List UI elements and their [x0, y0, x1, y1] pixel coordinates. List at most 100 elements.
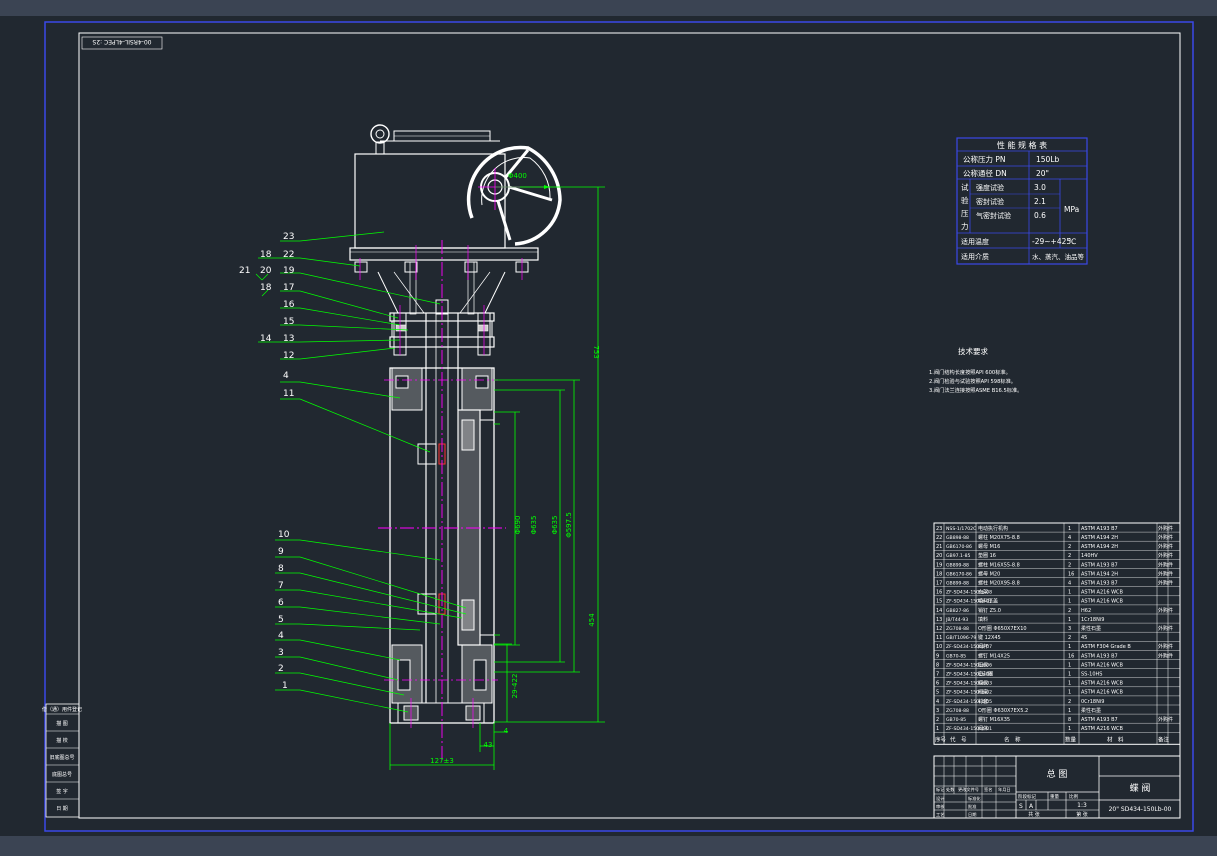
bom-cell-qty: 2 [1068, 544, 1071, 550]
actuator-body [354, 153, 506, 249]
bom-cell-name: 填料压盖 [978, 598, 998, 605]
bom-cell-qty: 16 [1068, 653, 1074, 659]
part-label: 22 [283, 250, 294, 260]
part-label: 11 [283, 389, 294, 399]
left-stamp-title: 借（通）用件登记 [42, 706, 82, 713]
bom-cell-no: 10 [936, 644, 942, 650]
tb-col-label: 标记 [936, 786, 945, 793]
bom-cell-name: 阀座 [978, 689, 988, 696]
spec-test-char: 压 [961, 209, 969, 218]
bom-cell-name: 键 12X45 [978, 634, 1001, 641]
bom-cell-mat: ASTM A193 B7 [1081, 581, 1118, 587]
left-stamp-table: 借（通）用件登记 描 图 描 校 旧底图总号 底图总号 签 字 日 期 [42, 703, 82, 818]
bom-cell-no: 7 [936, 672, 939, 678]
spec-test-value: 0.6 [1034, 211, 1046, 220]
tb-stage-mark: S [1019, 803, 1023, 810]
bom-cell-qty: 1 [1068, 672, 1071, 678]
part-label: 5 [278, 615, 284, 625]
tb-col-label: 签名 [984, 786, 992, 793]
bom-cell-code: ZG708-88 [946, 626, 969, 632]
tb-row-label: 批准 [968, 803, 976, 810]
bom-cell-name: 衬套 [978, 698, 988, 705]
tb-col-label: 年月日 [998, 786, 1011, 793]
part-label: 6 [278, 598, 284, 608]
spec-row-value: 20" [1036, 169, 1049, 178]
bom-cell-note: 外购件 [1158, 607, 1173, 614]
part-label: 14 [260, 334, 272, 344]
bom-cell-no: 5 [936, 690, 939, 696]
part-labels: 23 18 22 21 20 19 18 17 16 15 14 13 12 4… [239, 232, 295, 691]
bom-cell-code: GB899-88 [946, 562, 969, 568]
dim-dia-b: Φ635 [551, 516, 559, 535]
bom-cell-qty: 4 [1068, 581, 1071, 587]
tb-row-label: 审核 [936, 803, 945, 810]
bom-cell-qty: 2 [1068, 608, 1071, 614]
tb-stage-a: A [1029, 803, 1034, 810]
dim-dia-b2: Φ635 [530, 516, 538, 535]
spec-media-value: 水、蒸汽、油品等 [1032, 252, 1085, 261]
bom-cell-no: 23 [936, 526, 942, 532]
part-label: 13 [283, 334, 294, 344]
bom-cell-mat: ASTM A216 WCB [1081, 590, 1124, 596]
spec-test-label: 密封试验 [976, 197, 1004, 206]
bom-cell-qty: 1 [1068, 662, 1071, 668]
part-label: 9 [278, 547, 284, 557]
spec-test-char: 试 [961, 182, 969, 192]
dim-gap-4: 4 [504, 727, 509, 735]
tech-requirements: 技术要求 1.阀门结构长度按照API 600标准。 2.阀门检验与试验按照API… [929, 346, 1022, 394]
bom-cell-mat: ASTM A216 WCB [1081, 662, 1124, 668]
part-label: 8 [278, 564, 284, 574]
bom-cell-name: 螺柱 M20X95-8.8 [978, 580, 1020, 587]
bom-cell-qty: 2 [1068, 562, 1071, 568]
tb-row-label: 标准化 [968, 795, 981, 802]
bom-cell-note: 外购件 [1158, 570, 1173, 577]
bom-cell-no: 19 [936, 562, 942, 568]
tb-row-label: 工艺 [936, 812, 944, 817]
part-label: 20 [260, 266, 272, 276]
bom-cell-no: 4 [936, 699, 939, 705]
bom-cell-no: 14 [936, 608, 942, 614]
bom-header-cell: 名 称 [1004, 735, 1021, 743]
valve-drawing: Φ400 [349, 124, 562, 760]
bom-cell-no: 6 [936, 681, 939, 687]
dim-flange-thk: 29-422 [511, 674, 519, 699]
tech-req-title: 技术要求 [958, 346, 988, 356]
spec-temp-value: -29~+425 [1032, 237, 1071, 246]
bom-cell-code: GB827-86 [946, 608, 969, 614]
tb-scale: 1:3 [1077, 802, 1087, 809]
cad-drawing-canvas[interactable]: 00-4RSIL-4LPEC :2S 借（通）用件登记 描 图 描 校 旧底图总… [0, 0, 1217, 856]
bom-cell-mat: ASTM A194 2H [1081, 544, 1118, 550]
dim-stroke: 454 [588, 613, 596, 627]
bom-cell-code: GB70-85 [946, 717, 966, 723]
bom-cell-no: 9 [936, 653, 939, 659]
bom-cell-code: GB6170-86 [946, 544, 972, 550]
part-label: 15 [283, 317, 294, 327]
bom-cell-code: GB/T1096-79 [946, 635, 976, 641]
spec-row-value: 150Lb [1036, 155, 1059, 164]
spec-test-value: 2.1 [1034, 197, 1046, 206]
tb-row-label: 日期 [968, 812, 976, 818]
bom-cell-code: GB899-88 [946, 581, 969, 587]
part-label: 4 [283, 371, 289, 381]
part-label: 23 [283, 232, 294, 242]
bom-cell-mat: 柔性石墨 [1081, 707, 1101, 714]
part-label: 2 [278, 664, 284, 674]
spec-test-label: 强度试验 [976, 183, 1004, 192]
bom-cell-qty: 2 [1068, 553, 1071, 559]
bom-header-cell: 数量 [1065, 735, 1077, 743]
part-label: 16 [283, 300, 295, 310]
title-block: 更改文件号 标记 处数 签名 年月日 设计 审核 工艺 标准化 批准 日期 总 … [933, 755, 1181, 819]
dim-dia-c: Φ597.5 [565, 512, 573, 538]
part-label: 18 [260, 250, 272, 260]
bom-cell-name: O形圈 Φ630X7EX5.2 [978, 707, 1028, 714]
bom-cell-mat: 140HV [1081, 553, 1098, 559]
bom-cell-code: GB70-85 [946, 653, 966, 659]
tb-weight-label: 重量 [1050, 793, 1059, 800]
left-stamp-row: 日 期 [56, 806, 68, 812]
bom-cell-mat: ASTM A194 2H [1081, 535, 1118, 541]
bom-cell-qty: 2 [1068, 699, 1071, 705]
bom-cell-code: ZG708-88 [946, 708, 969, 714]
bom-cell-qty: 1 [1068, 590, 1071, 596]
bom-cell-no: 11 [936, 635, 942, 641]
bom-cell-qty: 2 [1068, 635, 1071, 641]
